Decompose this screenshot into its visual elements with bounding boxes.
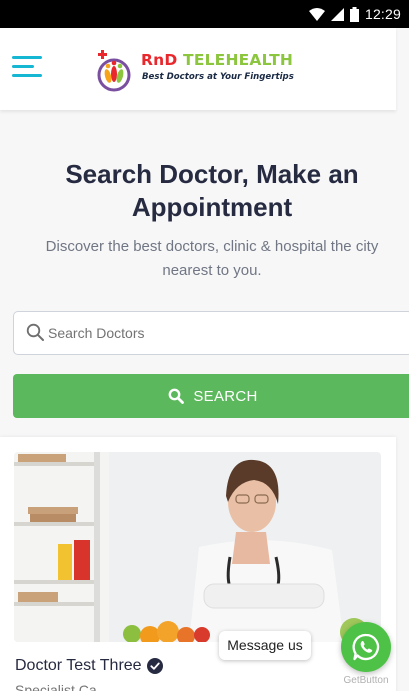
logo-brand-part1: RnD xyxy=(141,51,178,69)
signal-icon xyxy=(330,7,344,21)
whatsapp-chat-button[interactable] xyxy=(341,622,391,672)
status-bar: 12:29 xyxy=(0,0,409,28)
getbutton-credit[interactable]: GetButton xyxy=(341,675,391,686)
page-subtitle: Discover the best doctors, clinic & hosp… xyxy=(45,238,379,279)
logo-tagline: Best Doctors at Your Fingertips xyxy=(142,72,294,82)
wifi-icon xyxy=(308,7,325,21)
search-field[interactable] xyxy=(13,311,409,355)
search-button[interactable]: SEARCH xyxy=(13,374,409,418)
logo-emblem-icon xyxy=(97,50,131,92)
search-icon xyxy=(26,323,44,341)
menu-line-icon xyxy=(12,56,42,59)
search-input[interactable] xyxy=(48,312,398,354)
status-time: 12:29 xyxy=(364,6,401,22)
logo-brand-part2: TELEHEALTH xyxy=(183,51,294,69)
verified-icon xyxy=(146,658,163,674)
doctor-name-link[interactable]: Doctor Test Three xyxy=(15,657,163,675)
app-header: RnD TELEHEALTH Best Doctors at Your Fing… xyxy=(0,28,396,110)
battery-icon xyxy=(349,6,359,22)
whatsapp-icon xyxy=(352,633,380,661)
logo-title: RnD TELEHEALTH xyxy=(141,51,293,69)
doctor-specialty: Specialist Ca... xyxy=(15,682,109,691)
status-icons: 12:29 xyxy=(308,5,401,23)
search-icon xyxy=(168,388,185,404)
page-title: Search Doctor, Make an Appointment xyxy=(65,159,359,222)
doctor-photo-illustration xyxy=(14,452,381,642)
brand-logo[interactable]: RnD TELEHEALTH Best Doctors at Your Fing… xyxy=(94,48,314,92)
hamburger-menu-button[interactable] xyxy=(12,54,44,80)
message-us-label[interactable]: Message us xyxy=(219,631,311,660)
menu-line-icon xyxy=(12,74,42,77)
search-button-label: SEARCH xyxy=(193,387,258,405)
menu-line-icon xyxy=(12,65,34,68)
doctor-photo[interactable] xyxy=(14,452,381,642)
doctor-name: Doctor Test Three xyxy=(15,657,142,674)
doctor-card[interactable]: Doctor Test Three Specialist Ca... xyxy=(0,437,396,691)
